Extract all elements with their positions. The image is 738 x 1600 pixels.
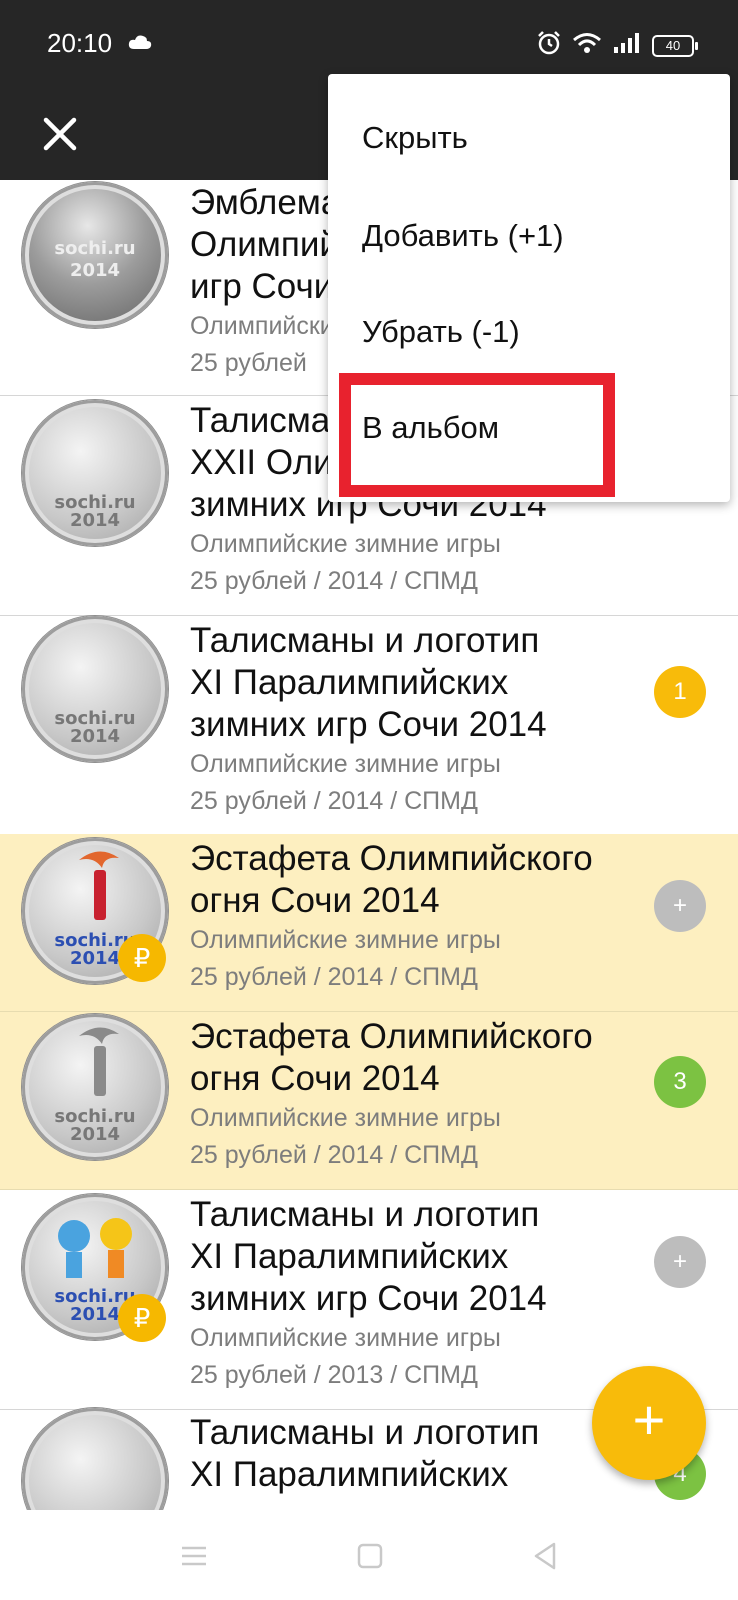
item-title-line: Талисманы и логотип <box>190 621 540 660</box>
add-badge[interactable]: + <box>654 1236 706 1288</box>
item-text: Эстафета Олимпийского огня Сочи 2014 Оли… <box>190 838 640 996</box>
item-title-line: Эстафета Олимпийского <box>190 1017 593 1056</box>
signal-icon <box>612 32 642 59</box>
coin-label-year: 2014 <box>69 510 121 531</box>
item-category: Олимпийские зимние игры <box>190 1324 501 1352</box>
coin-image <box>22 1408 168 1510</box>
item-details: 25 рублей / 2014 / СПМД <box>190 787 478 815</box>
menu-icon[interactable] <box>174 1536 214 1576</box>
coin-image: sochi.ru 2014 <box>22 182 168 328</box>
item-category: Олимпийские зимние игры <box>190 750 501 778</box>
cloud-icon <box>128 34 152 55</box>
item-title-line: XI Паралимпийских <box>190 663 509 702</box>
close-button[interactable] <box>36 110 86 160</box>
menu-item-hide[interactable]: Скрыть <box>328 90 730 186</box>
wifi-icon <box>572 32 602 59</box>
item-title-line: Талисманы и логотип <box>190 1195 540 1234</box>
coin-image: sochi.ru 2014 <box>22 1014 168 1160</box>
battery-icon: 40 <box>652 34 698 57</box>
add-fab-button[interactable]: + <box>592 1366 706 1480</box>
item-title-line: огня Сочи 2014 <box>190 881 440 920</box>
menu-item-add[interactable]: Добавить (+1) <box>328 188 730 284</box>
coin-label-text: sochi.ru <box>54 238 136 259</box>
coin-label-year: 2014 <box>69 1124 121 1145</box>
item-category: Олимпийские зимние игры <box>190 926 501 954</box>
list-item[interactable]: sochi.ru 2014 Талисманы и логотип XI Пар… <box>0 616 738 836</box>
item-title-line: XI Паралимпийских <box>190 1455 509 1494</box>
item-text: Талисманы и логотип XI Паралимпийских зи… <box>190 620 640 820</box>
item-text: Талисманы и логотип XI Паралимпийских зи… <box>190 1194 640 1394</box>
coin-image: sochi.ru 2014 <box>22 616 168 762</box>
item-text: Эстафета Олимпийского огня Сочи 2014 Оли… <box>190 1016 640 1174</box>
torch-icon <box>79 1027 119 1096</box>
item-details: 25 рублей / 2014 / СПМД <box>190 963 478 991</box>
item-title-line: огня Сочи 2014 <box>190 1059 440 1098</box>
list-item[interactable]: sochi.ru 2014 ₽ Эстафета Олимпийского ог… <box>0 834 738 1012</box>
alarm-icon <box>536 30 562 61</box>
item-category: Олимпийские зимние игры <box>190 1104 501 1132</box>
item-category: Олимпийские зимние игры <box>190 530 501 558</box>
status-time: 20:10 <box>47 28 113 58</box>
item-details: 25 рублей / 2014 / СПМД <box>190 1141 478 1169</box>
back-icon[interactable] <box>526 1536 566 1576</box>
home-icon[interactable] <box>350 1536 390 1576</box>
item-details: 25 рублей / 2014 / СПМД <box>190 567 478 595</box>
item-text: Талисманы и логотип XI Паралимпийских <box>190 1412 640 1496</box>
count-badge[interactable]: 3 <box>654 1056 706 1108</box>
coin-image: sochi.ru 2014 <box>22 400 168 546</box>
item-title-line: зимних игр Сочи 2014 <box>190 1279 547 1318</box>
count-badge[interactable]: 1 <box>654 666 706 718</box>
item-title-line: XI Паралимпийских <box>190 1237 509 1276</box>
item-title-line: Талисманы и логотип <box>190 1413 540 1452</box>
mascots-icon <box>58 1218 132 1278</box>
item-details: 25 рублей / 2013 / СПМД <box>190 1361 478 1389</box>
torch-icon <box>79 851 119 920</box>
coin-label-year: 2014 <box>69 726 121 747</box>
ruble-badge: ₽ <box>118 1294 166 1342</box>
annotation-highlight-frame <box>339 373 615 497</box>
item-title-line: зимних игр Сочи 2014 <box>190 705 547 744</box>
item-title-line: Эстафета Олимпийского <box>190 839 593 878</box>
coin-label-year: 2014 <box>69 260 121 281</box>
menu-item-remove[interactable]: Убрать (-1) <box>328 284 730 380</box>
list-item[interactable]: sochi.ru 2014 Эстафета Олимпийского огня… <box>0 1012 738 1190</box>
add-badge[interactable]: + <box>654 880 706 932</box>
ruble-badge: ₽ <box>118 934 166 982</box>
system-nav-bar <box>0 1510 738 1600</box>
close-icon <box>36 117 86 164</box>
